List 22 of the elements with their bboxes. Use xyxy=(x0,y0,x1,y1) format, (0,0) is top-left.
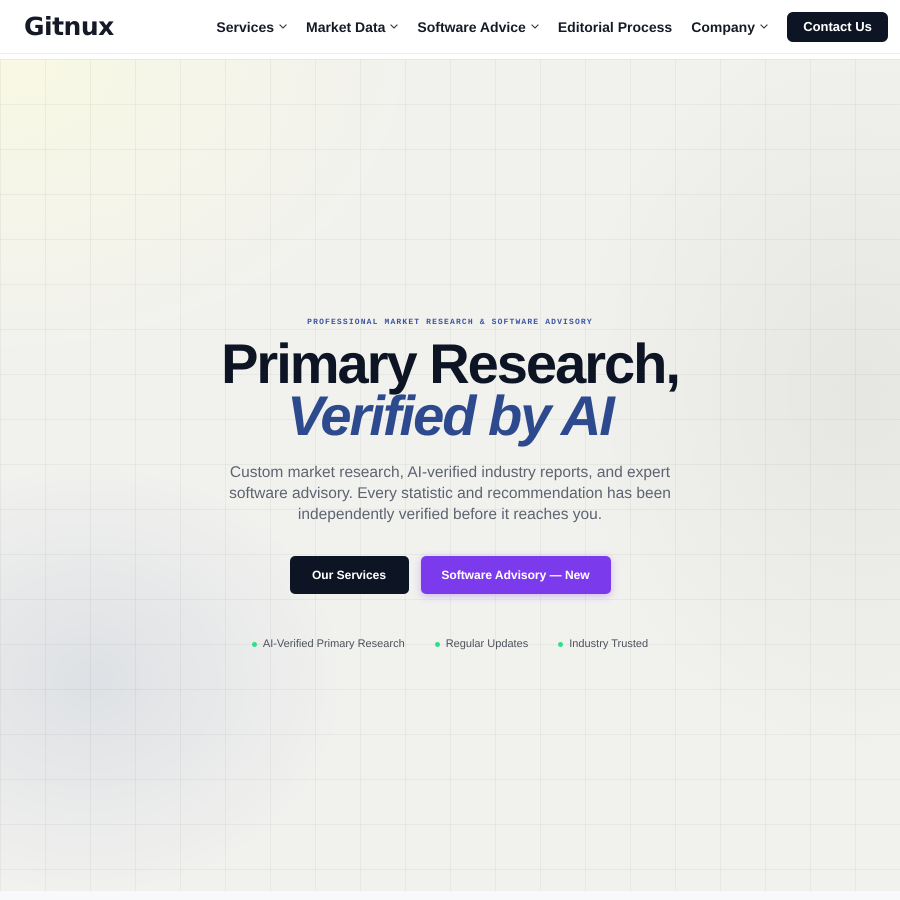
bullet-dot-icon xyxy=(434,642,440,646)
eyebrow-text: PROFESSIONAL MARKET RESEARCH & SOFTWARE ADVISORY xyxy=(307,318,593,328)
bullet-dot-icon xyxy=(252,642,257,646)
chevron-down-icon xyxy=(530,24,539,29)
our-services-button[interactable]: Our Services xyxy=(290,556,408,594)
feature-label: AI-Verified Primary Research xyxy=(262,638,405,650)
bullet-dot-icon xyxy=(558,642,564,646)
nav-menu-item[interactable]: Software Advice xyxy=(417,18,539,34)
hero-heading: Primary Research, Verified by AI xyxy=(220,334,680,449)
nav-menu-item[interactable]: Services xyxy=(216,18,288,34)
feature-label: Industry Trusted xyxy=(569,638,648,650)
chevron-down-icon xyxy=(760,24,768,29)
chevron-down-icon xyxy=(279,24,288,29)
software-advisory-button[interactable]: Software Advisory — New xyxy=(420,556,610,594)
nav-menu-item[interactable]: Market Data xyxy=(306,18,398,34)
nav-menu-item[interactable]: Company xyxy=(691,18,768,34)
contact-us-button[interactable]: Contact Us xyxy=(787,12,888,42)
nav-menu-item[interactable]: Editorial Process xyxy=(558,18,672,34)
hero-description: Custom market research, AI-verified industry reports, and expert software advisory. Every statistic and recommendation has been independently verified before it reaches you. xyxy=(228,463,672,525)
feature-label: Regular Updates xyxy=(446,638,528,650)
gitnux-logo[interactable]: Gitnux xyxy=(24,14,114,39)
chevron-down-icon xyxy=(390,24,398,29)
